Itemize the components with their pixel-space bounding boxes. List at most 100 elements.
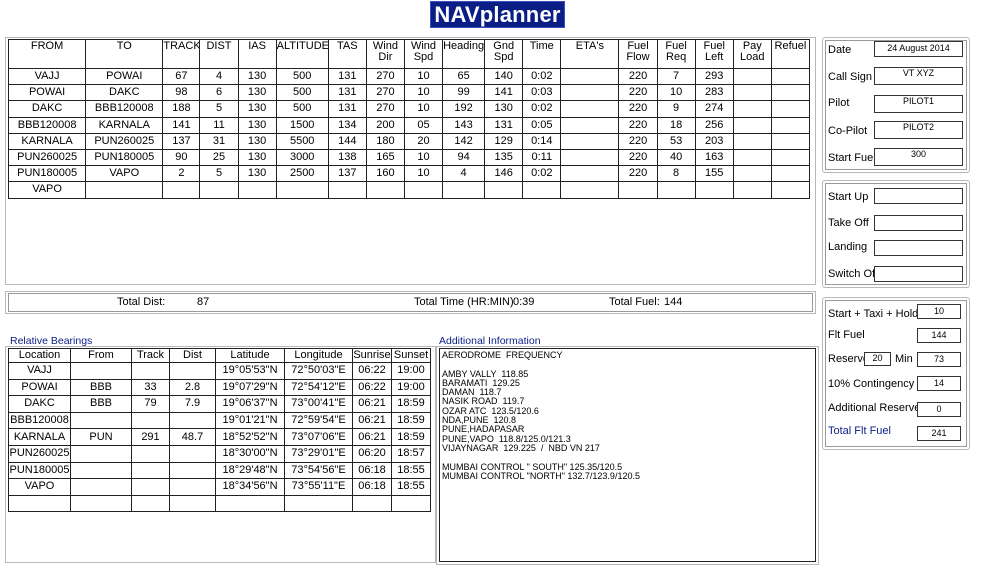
- rb-cell[interactable]: [284, 494, 353, 513]
- nav-cell[interactable]: 65: [442, 67, 486, 86]
- nav-cell[interactable]: DAKC: [7, 100, 87, 118]
- nav-cell[interactable]: PUN260025: [85, 132, 164, 150]
- rb-cell[interactable]: [70, 444, 132, 463]
- nav-cell[interactable]: 165: [365, 148, 405, 167]
- rb-cell[interactable]: 18:55: [391, 478, 431, 496]
- nav-cell[interactable]: [770, 132, 811, 150]
- nav-cell[interactable]: 4: [199, 67, 239, 86]
- nav-cell[interactable]: [162, 181, 201, 199]
- rb-cell[interactable]: 72°54'12"E: [284, 378, 353, 397]
- nav-cell[interactable]: 274: [694, 100, 734, 118]
- nav-cell[interactable]: 137: [327, 165, 367, 183]
- nav-cell[interactable]: VAJJ: [7, 67, 87, 86]
- rb-cell[interactable]: 06:18: [352, 461, 392, 480]
- rb-cell[interactable]: 73°00'41"E: [284, 395, 353, 413]
- nav-cell[interactable]: 140: [484, 67, 524, 86]
- nav-cell[interactable]: 270: [365, 84, 405, 102]
- rb-cell[interactable]: 18:59: [391, 395, 431, 413]
- rb-cell[interactable]: 18:59: [391, 411, 431, 430]
- nav-cell[interactable]: KARNALA: [85, 116, 164, 134]
- nav-cell[interactable]: 10: [403, 165, 444, 183]
- nav-cell[interactable]: 11: [199, 116, 239, 134]
- start-fuel-field[interactable]: 300: [874, 148, 963, 166]
- nav-cell[interactable]: 160: [365, 165, 405, 183]
- nav-cell[interactable]: 0:02: [522, 165, 562, 183]
- nav-cell[interactable]: [442, 181, 486, 199]
- flt-fuel-field[interactable]: 144: [917, 328, 961, 343]
- nav-cell[interactable]: 293: [694, 67, 734, 86]
- rb-cell[interactable]: 73°29'01"E: [284, 444, 353, 463]
- nav-cell[interactable]: [732, 84, 772, 102]
- nav-cell[interactable]: 500: [275, 84, 329, 102]
- nav-cell[interactable]: [770, 67, 811, 86]
- additional-reserve-field[interactable]: 0: [917, 402, 961, 417]
- nav-cell[interactable]: 130: [484, 100, 524, 118]
- nav-cell[interactable]: [732, 132, 772, 150]
- nav-cell[interactable]: [618, 181, 658, 199]
- startup-field[interactable]: [874, 188, 963, 204]
- nav-cell[interactable]: 270: [365, 100, 405, 118]
- nav-cell[interactable]: [732, 100, 772, 118]
- nav-cell[interactable]: 40: [656, 148, 696, 167]
- rb-cell[interactable]: [131, 362, 170, 380]
- nav-cell[interactable]: 203: [694, 132, 734, 150]
- nav-cell[interactable]: KARNALA: [7, 132, 87, 150]
- nav-cell[interactable]: 131: [484, 116, 524, 134]
- rb-cell[interactable]: [215, 494, 285, 513]
- nav-cell[interactable]: 220: [618, 100, 658, 118]
- rb-cell[interactable]: 06:21: [352, 411, 392, 430]
- nav-cell[interactable]: 10: [403, 100, 444, 118]
- nav-cell[interactable]: 142: [442, 132, 486, 150]
- rb-cell[interactable]: 19°05'53"N: [215, 362, 285, 380]
- nav-cell[interactable]: [560, 148, 620, 167]
- nav-cell[interactable]: 0:14: [522, 132, 562, 150]
- nav-cell[interactable]: [560, 116, 620, 134]
- rb-cell[interactable]: 19:00: [391, 362, 431, 380]
- rb-cell[interactable]: [70, 461, 132, 480]
- rb-cell[interactable]: VAPO: [8, 478, 71, 496]
- nav-cell[interactable]: 0:05: [522, 116, 562, 134]
- rb-cell[interactable]: 72°59'54"E: [284, 411, 353, 430]
- nav-cell[interactable]: 141: [162, 116, 201, 134]
- copilot-field[interactable]: PILOT2: [874, 121, 963, 139]
- nav-cell[interactable]: 220: [618, 165, 658, 183]
- nav-cell[interactable]: 10: [403, 84, 444, 102]
- nav-cell[interactable]: PUN180005: [85, 148, 164, 167]
- rb-cell[interactable]: 73°55'11"E: [284, 478, 353, 496]
- nav-cell[interactable]: 143: [442, 116, 486, 134]
- nav-cell[interactable]: 180: [365, 132, 405, 150]
- rb-cell[interactable]: [169, 362, 216, 380]
- rb-cell[interactable]: 19°06'37"N: [215, 395, 285, 413]
- rb-cell[interactable]: 18°29'48"N: [215, 461, 285, 480]
- nav-cell[interactable]: DAKC: [85, 84, 164, 102]
- rb-cell[interactable]: 06:21: [352, 428, 392, 446]
- nav-cell[interactable]: 220: [618, 148, 658, 167]
- nav-cell[interactable]: 20: [403, 132, 444, 150]
- nav-cell[interactable]: 18: [656, 116, 696, 134]
- nav-cell[interactable]: POWAI: [7, 84, 87, 102]
- nav-cell[interactable]: 129: [484, 132, 524, 150]
- nav-cell[interactable]: [770, 165, 811, 183]
- rb-cell[interactable]: 7.9: [169, 395, 216, 413]
- rb-cell[interactable]: 06:18: [352, 478, 392, 496]
- rb-cell[interactable]: [391, 494, 431, 513]
- nav-cell[interactable]: 220: [618, 132, 658, 150]
- landing-field[interactable]: [874, 240, 963, 256]
- nav-cell[interactable]: 05: [403, 116, 444, 134]
- nav-cell[interactable]: [560, 67, 620, 86]
- rb-cell[interactable]: [131, 461, 170, 480]
- nav-cell[interactable]: 130: [237, 84, 277, 102]
- rb-cell[interactable]: PUN180005: [8, 461, 71, 480]
- rb-cell[interactable]: 79: [131, 395, 170, 413]
- additional-info-text[interactable]: AERODROME FREQUENCY AMBY VALLY 118.85 BARA…: [439, 348, 816, 562]
- nav-cell[interactable]: 138: [327, 148, 367, 167]
- nav-cell[interactable]: [770, 100, 811, 118]
- nav-cell[interactable]: [403, 181, 444, 199]
- rb-cell[interactable]: BBB: [70, 395, 132, 413]
- nav-cell[interactable]: [770, 116, 811, 134]
- rb-cell[interactable]: 73°54'56"E: [284, 461, 353, 480]
- rb-cell[interactable]: 18:55: [391, 461, 431, 480]
- nav-cell[interactable]: [85, 181, 164, 199]
- nav-cell[interactable]: 6: [199, 84, 239, 102]
- nav-cell[interactable]: 131: [327, 67, 367, 86]
